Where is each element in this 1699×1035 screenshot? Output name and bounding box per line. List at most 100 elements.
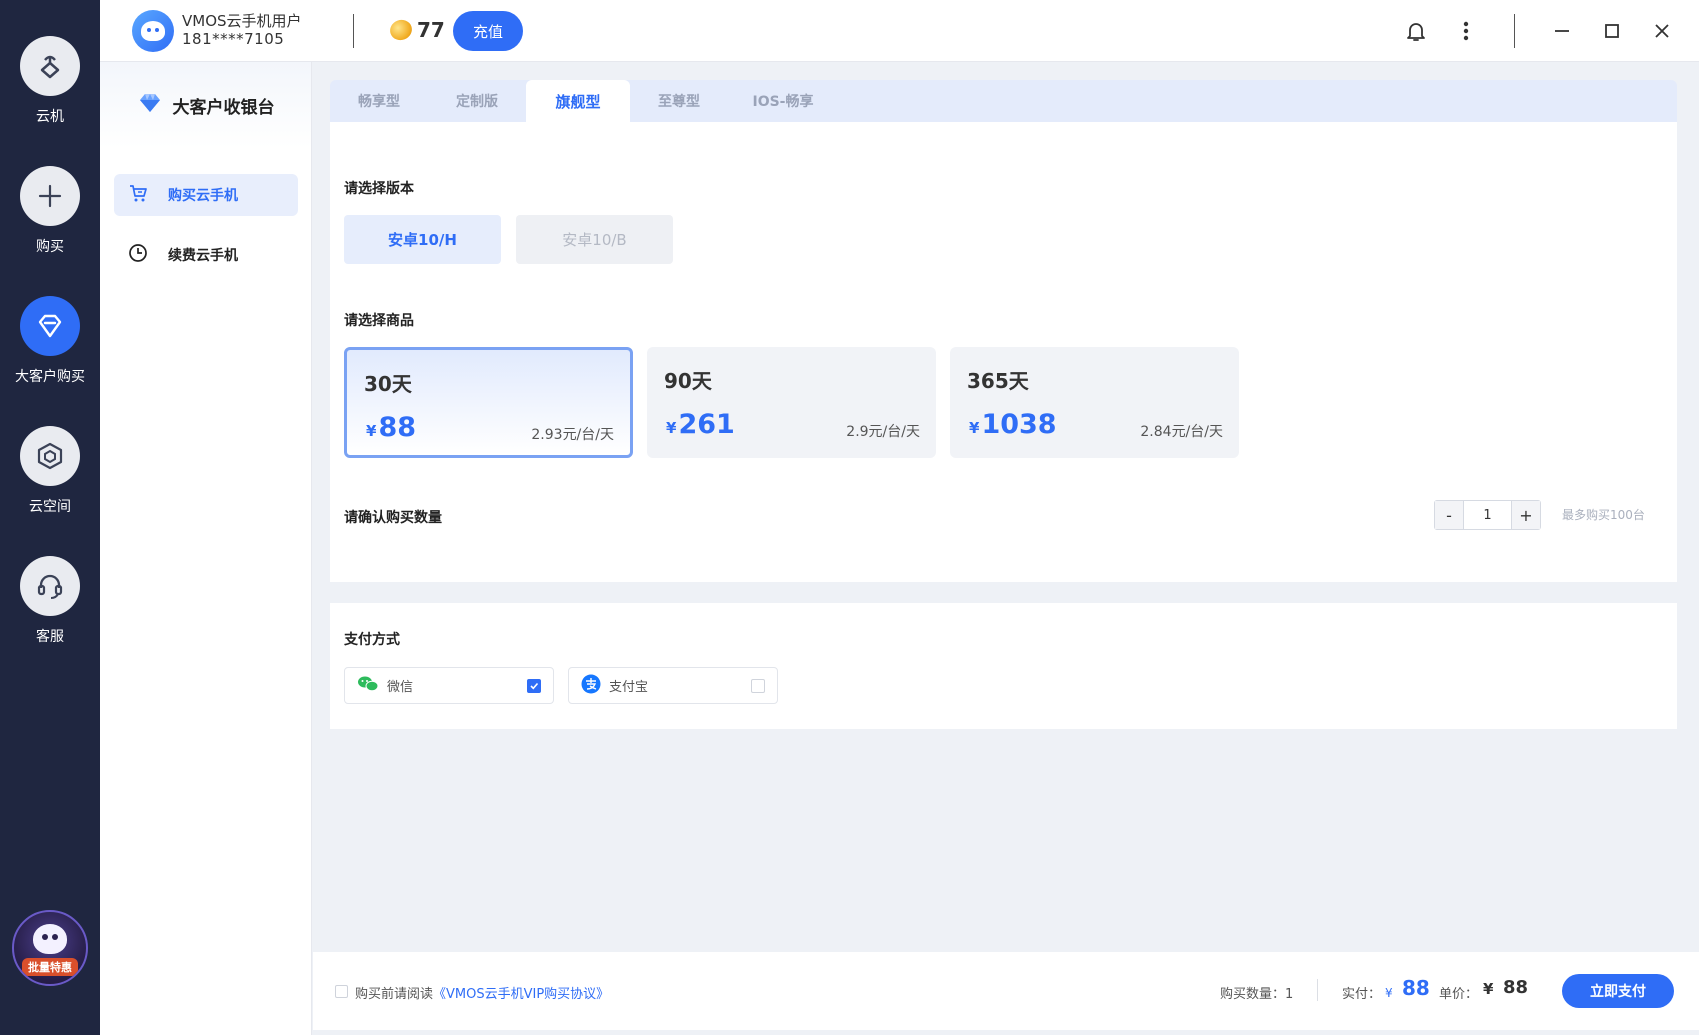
product-days: 90天 xyxy=(664,369,712,393)
version-option-android10b[interactable]: 安卓10/B xyxy=(516,215,673,264)
rail-item-cloud-phone[interactable]: 云机 xyxy=(0,36,100,126)
version-option-android10h[interactable]: 安卓10/H xyxy=(344,215,501,264)
sidebar-item-label: 续费云手机 xyxy=(168,248,238,264)
total-label: 实付： xyxy=(1342,987,1382,1002)
wechat-icon xyxy=(357,675,379,697)
alipay-checkbox[interactable] xyxy=(751,679,765,693)
sidebar-item-buy-phone[interactable]: 购买云手机 xyxy=(114,174,298,216)
divider xyxy=(353,14,354,48)
rail-label: 云机 xyxy=(36,109,64,125)
maximize-icon[interactable] xyxy=(1599,18,1625,44)
minimize-icon[interactable] xyxy=(1549,18,1575,44)
total-currency: ¥ xyxy=(1385,986,1393,1000)
top-bar: VMOS云手机用户 181****7105 77 充值 xyxy=(100,0,1699,62)
currency-symbol: ¥ xyxy=(366,422,377,440)
secondary-sidebar: 大客户收银台 购买云手机 续费云手机 xyxy=(100,62,312,1035)
sidebar-header: 大客户收银台 xyxy=(100,62,311,148)
tab-flagship[interactable]: 旗舰型 xyxy=(526,80,630,122)
headset-icon xyxy=(20,556,80,616)
increment-button[interactable]: + xyxy=(1512,501,1540,529)
user-name: VMOS云手机用户 xyxy=(182,12,302,30)
cloud-phone-icon xyxy=(20,36,80,96)
close-icon[interactable] xyxy=(1649,18,1675,44)
user-avatar[interactable] xyxy=(132,10,174,52)
payment-card: 支付方式 微信 支付宝 xyxy=(330,603,1677,729)
price-amount: 1038 xyxy=(981,409,1057,440)
payment-name: 支付宝 xyxy=(609,680,649,695)
bell-icon[interactable] xyxy=(1403,18,1429,44)
decrement-button[interactable]: - xyxy=(1435,501,1463,529)
rail-label: 大客户购买 xyxy=(15,369,85,385)
product-price: ¥261 xyxy=(666,409,735,440)
unit-price-currency: ¥ xyxy=(1483,980,1494,998)
quantity-section-label: 请确认购买数量 xyxy=(344,510,442,526)
product-price: ¥1038 xyxy=(969,409,1057,440)
product-price: ¥88 xyxy=(366,412,416,443)
promo-badge-label: 批量特惠 xyxy=(22,958,78,976)
checkout-bar: 购买前请阅读《VMOS云手机VIP购买协议》 购买数量：1 实付： ¥ 88 单… xyxy=(313,952,1699,1030)
mascot-icon xyxy=(33,924,67,954)
wechat-checkbox[interactable] xyxy=(527,679,541,693)
payment-name: 微信 xyxy=(387,680,414,695)
recharge-button[interactable]: 充值 xyxy=(453,11,523,51)
sidebar-item-label: 购买云手机 xyxy=(168,188,238,204)
product-option-365d[interactable]: 365天 ¥1038 2.84元/台/天 xyxy=(950,347,1239,458)
rail-label: 购买 xyxy=(36,239,64,255)
rail-label: 客服 xyxy=(36,629,64,645)
purchase-quantity-text: 购买数量：1 xyxy=(1220,987,1294,1002)
unit-price-label: 单价： xyxy=(1439,987,1479,1002)
max-quantity-note: 最多购买100台 xyxy=(1562,508,1645,522)
product-option-30d[interactable]: 30天 ¥88 2.93元/台/天 xyxy=(344,347,633,458)
sidebar-item-renew-phone[interactable]: 续费云手机 xyxy=(114,234,298,276)
price-amount: 261 xyxy=(678,409,735,440)
agreement-link[interactable]: 《VMOS云手机VIP购买协议》 xyxy=(433,987,609,1002)
tab-custom[interactable]: 定制版 xyxy=(428,80,526,122)
version-section-label: 请选择版本 xyxy=(344,181,414,197)
coin-count: 77 xyxy=(417,18,445,42)
agreement-prefix: 购买前请阅读 xyxy=(355,987,434,1002)
price-amount: 88 xyxy=(378,412,417,443)
rail-item-cloud-space[interactable]: 云空间 xyxy=(0,426,100,516)
quantity-input[interactable]: 1 xyxy=(1463,501,1512,529)
tab-supreme[interactable]: 至尊型 xyxy=(630,80,728,122)
sidebar-title: 大客户收银台 xyxy=(172,97,275,118)
main-nav-rail: 云机 购买 大客户购买 云空间 客服 批量特惠 xyxy=(0,0,100,1035)
agreement-checkbox[interactable] xyxy=(335,985,348,998)
product-unit-price: 2.93元/台/天 xyxy=(531,427,614,443)
product-section-label: 请选择商品 xyxy=(344,313,414,329)
plan-tabs: 畅享型 定制版 旗舰型 至尊型 IOS-畅享 xyxy=(330,80,1677,122)
cube-icon xyxy=(20,426,80,486)
quantity-stepper: - 1 + xyxy=(1434,500,1541,530)
rail-item-support[interactable]: 客服 xyxy=(0,556,100,646)
tab-ios[interactable]: IOS-畅享 xyxy=(728,80,838,122)
product-option-90d[interactable]: 90天 ¥261 2.9元/台/天 xyxy=(647,347,936,458)
promo-badge[interactable]: 批量特惠 xyxy=(12,910,88,986)
product-card: 请选择版本 安卓10/H 安卓10/B 请选择商品 30天 ¥88 2.93元/… xyxy=(330,122,1677,582)
clock-icon xyxy=(128,243,148,267)
product-unit-price: 2.84元/台/天 xyxy=(1140,424,1223,440)
tab-standard[interactable]: 畅享型 xyxy=(330,80,428,122)
diamond-icon xyxy=(20,296,80,356)
plus-icon xyxy=(20,166,80,226)
currency-symbol: ¥ xyxy=(666,419,677,437)
mascot-icon xyxy=(141,21,165,41)
total-amount: 88 xyxy=(1402,976,1430,1000)
product-unit-price: 2.9元/台/天 xyxy=(846,424,920,440)
cart-icon xyxy=(128,183,148,207)
currency-symbol: ¥ xyxy=(969,419,980,437)
divider xyxy=(1514,14,1515,48)
unit-price-amount: 88 xyxy=(1503,977,1529,998)
alipay-icon xyxy=(581,674,601,698)
coin-icon xyxy=(387,16,415,44)
payment-option-wechat[interactable]: 微信 xyxy=(344,667,554,704)
rail-item-buy[interactable]: 购买 xyxy=(0,166,100,256)
divider xyxy=(1317,979,1318,1001)
payment-section-label: 支付方式 xyxy=(344,632,400,648)
pay-now-button[interactable]: 立即支付 xyxy=(1562,974,1674,1008)
agreement-text: 购买前请阅读《VMOS云手机VIP购买协议》 xyxy=(355,983,609,1002)
payment-option-alipay[interactable]: 支付宝 xyxy=(568,667,778,704)
product-days: 365天 xyxy=(967,369,1029,393)
more-vertical-icon[interactable] xyxy=(1453,18,1479,44)
rail-item-enterprise-buy[interactable]: 大客户购买 xyxy=(0,296,100,386)
user-phone: 181****7105 xyxy=(182,30,285,48)
